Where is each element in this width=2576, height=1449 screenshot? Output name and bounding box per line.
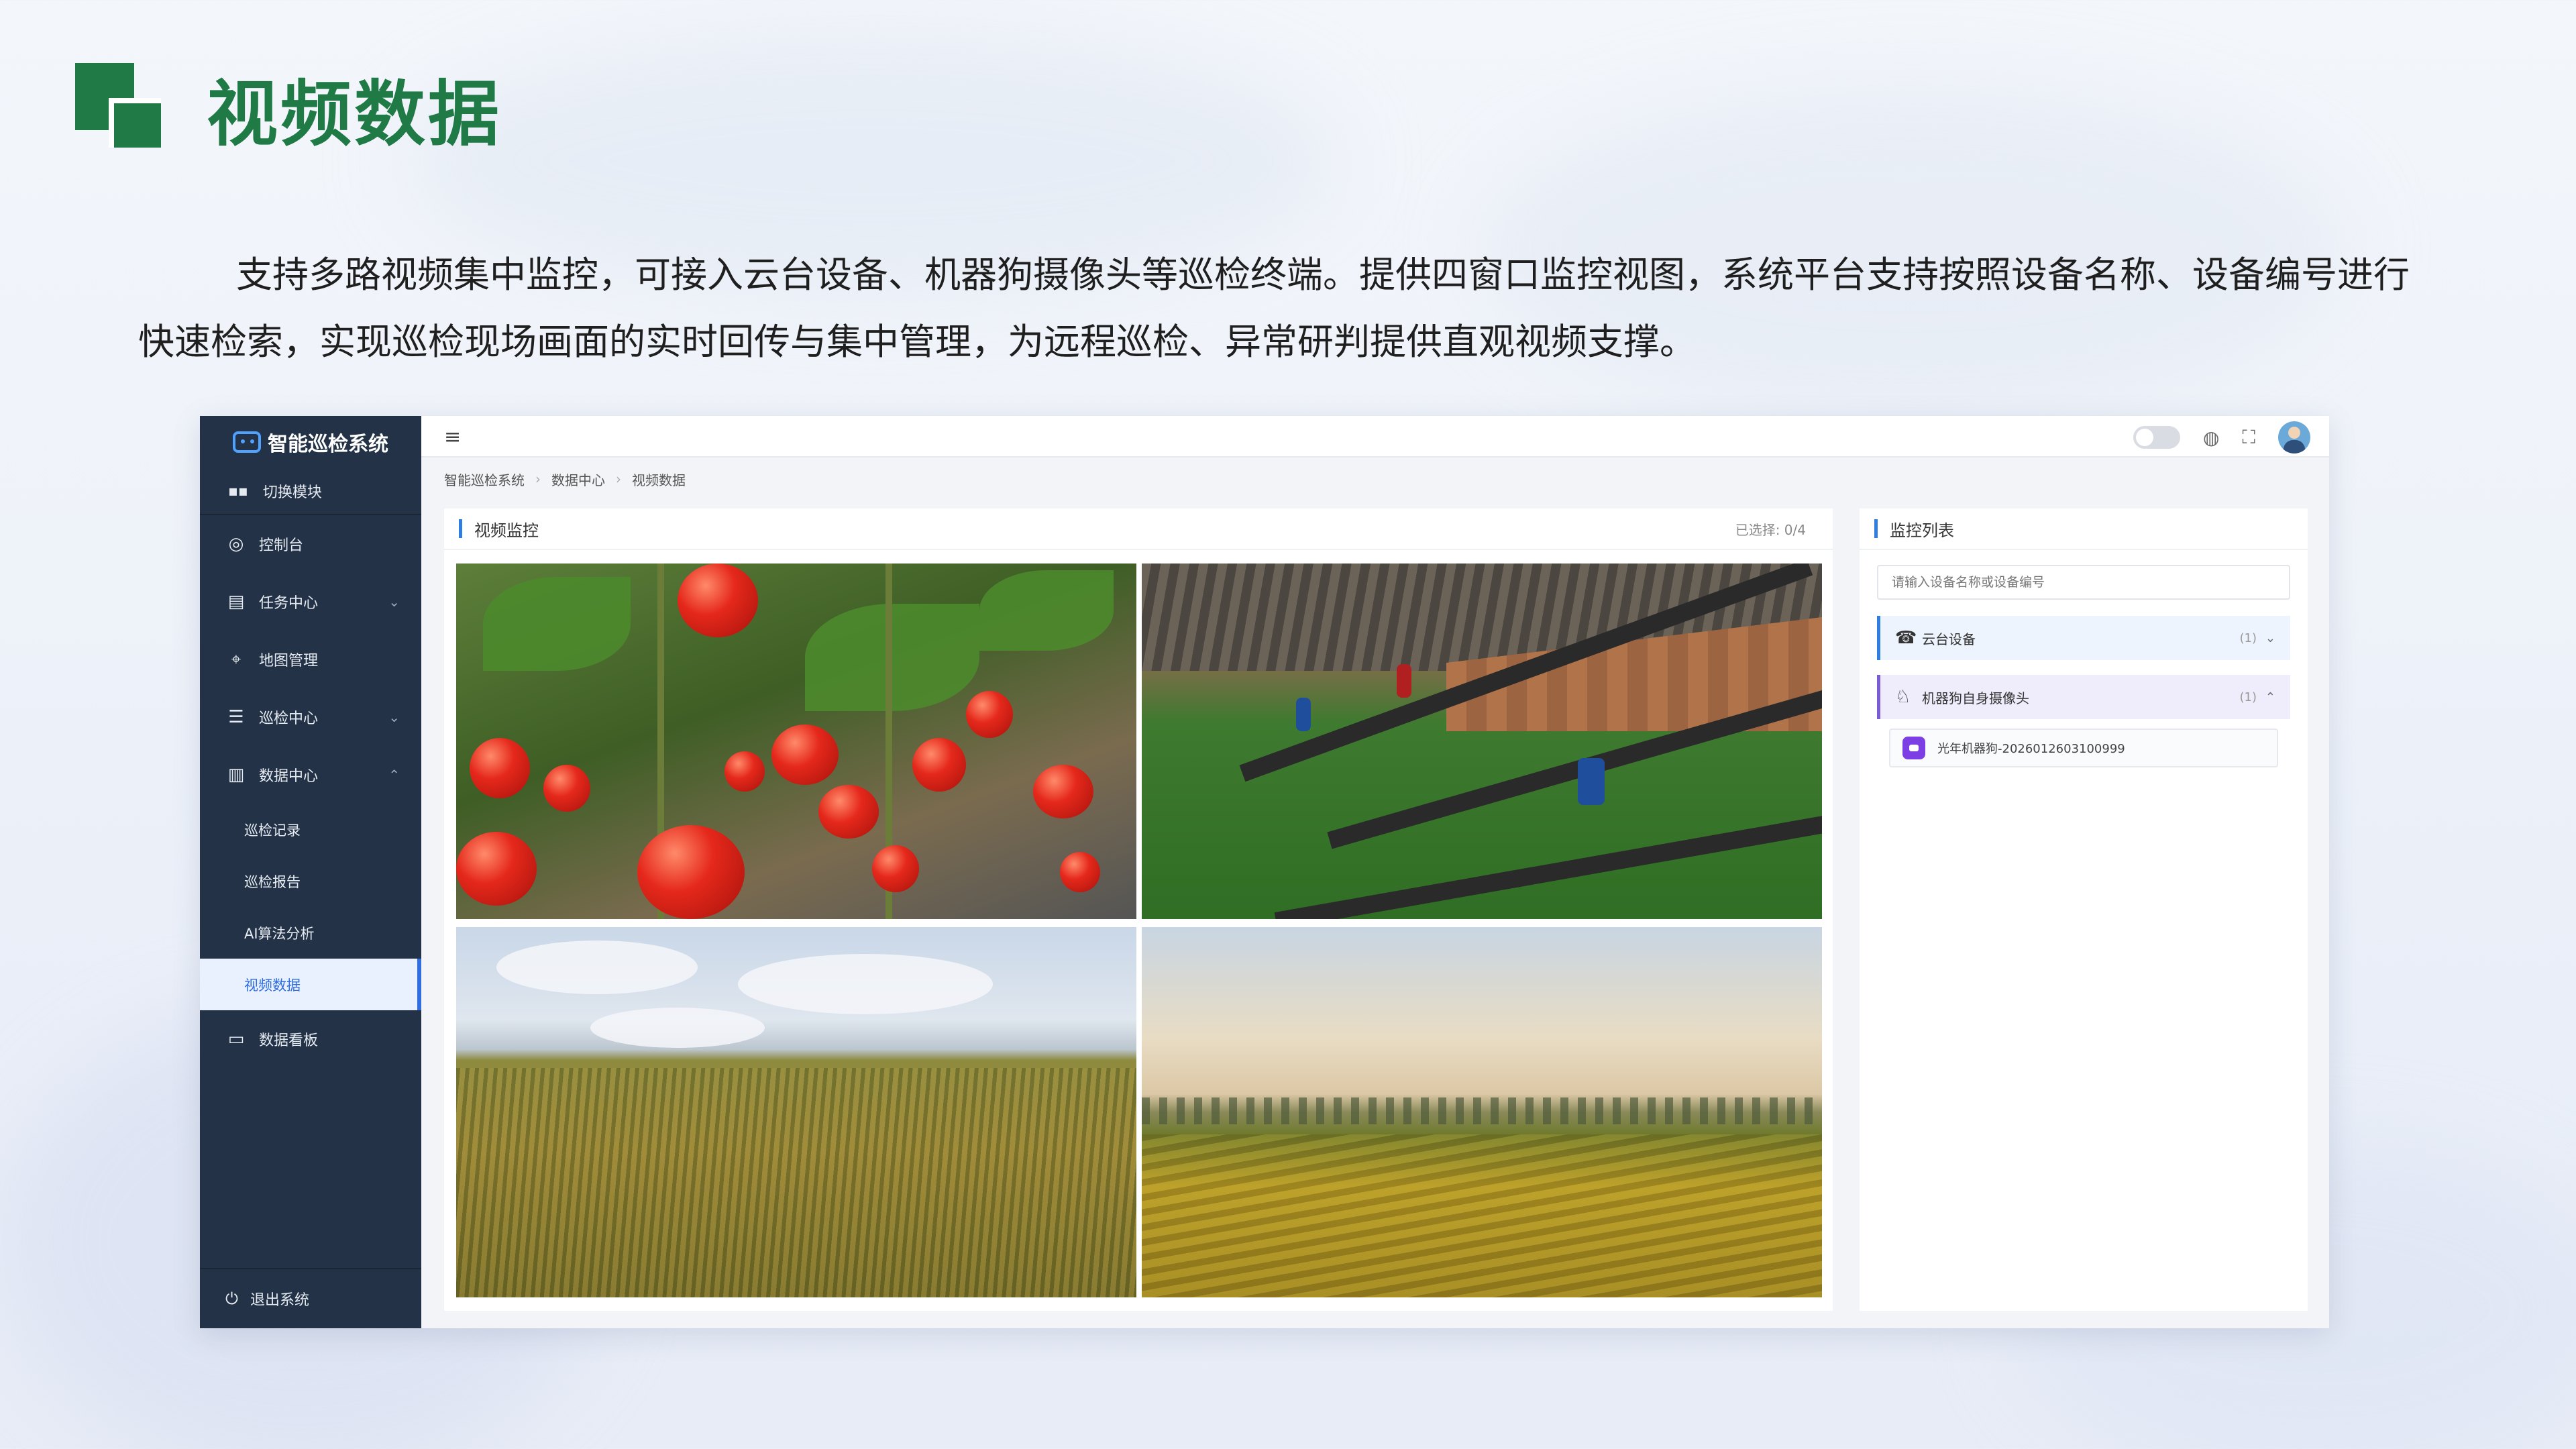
inspection-icon: ☰: [228, 707, 244, 727]
submenu-ai-analysis[interactable]: AI算法分析: [200, 907, 421, 959]
monitor-icon: ▭: [227, 1029, 245, 1049]
robot-logo-icon: [233, 431, 261, 453]
breadcrumb: 智能巡检系统 › 数据中心 › 视频数据: [444, 464, 686, 494]
video-panel-header: 视频监控 已选择: 0/4: [444, 508, 1833, 550]
group-ptz-devices[interactable]: ☎ 云台设备 (1) ⌄: [1877, 616, 2290, 660]
task-icon: ▤: [227, 592, 245, 612]
sidebar-item-label: 巡检中心: [259, 710, 319, 727]
data-center-icon: ▥: [227, 765, 245, 785]
sidebar-item-tasks[interactable]: ▤ 任务中心 ⌄: [200, 573, 421, 631]
sidebar-item-map[interactable]: ⌖ 地图管理: [200, 631, 421, 688]
breadcrumb-item[interactable]: 智能巡检系统: [444, 470, 525, 489]
submenu-inspection-records[interactable]: 巡检记录: [200, 804, 421, 855]
chevron-right-icon: ›: [616, 471, 621, 487]
sidebar-item-label: 地图管理: [259, 653, 319, 669]
breadcrumb-item: 视频数据: [632, 472, 686, 488]
topbar: ≡ ◍ ⛶: [421, 416, 2329, 458]
sidebar-item-inspection[interactable]: ☰ 巡检中心 ⌄: [200, 688, 421, 746]
globe-icon[interactable]: ◍: [2203, 427, 2219, 449]
monitor-list-panel: 监控列表 ☎ 云台设备 (1) ⌄ ♘ 机器狗自身摄像头 (1) ⌃ 光年机器狗…: [1860, 508, 2308, 1311]
theme-toggle[interactable]: [2133, 426, 2180, 449]
slide-logo: [75, 63, 162, 150]
sidebar-item-label: 数据中心: [259, 768, 319, 785]
avatar[interactable]: [2278, 421, 2310, 453]
map-pin-icon: ⌖: [231, 649, 241, 669]
camera-icon: [1902, 737, 1925, 759]
video-window-4[interactable]: [1142, 927, 1822, 1297]
group-count: (1): [2239, 690, 2257, 704]
group-label: 机器狗自身摄像头: [1922, 690, 2029, 706]
hamburger-menu-icon[interactable]: ≡: [444, 425, 461, 449]
chevron-down-icon: ⌄: [388, 594, 400, 610]
video-window-2[interactable]: [1142, 564, 1822, 919]
fullscreen-icon[interactable]: ⛶: [2242, 426, 2255, 449]
sidebar-item-label: 控制台: [259, 537, 304, 554]
submenu-inspection-reports[interactable]: 巡检报告: [200, 855, 421, 907]
robot-dog-icon: ♘: [1895, 687, 1911, 707]
video-window-3[interactable]: [456, 927, 1136, 1297]
sidebar-item-dashboard[interactable]: ▭ 数据看板: [200, 1010, 421, 1068]
chevron-up-icon: ⌃: [2265, 690, 2275, 704]
switch-module-button[interactable]: ▪▪ 切换模块: [200, 468, 421, 515]
video-panel-title-text: 视频监控: [474, 521, 539, 540]
switch-module-label: 切换模块: [262, 484, 322, 501]
device-item[interactable]: 光年机器狗-2026012603100999: [1889, 729, 2278, 767]
slide-title: 视频数据: [207, 73, 502, 156]
slide-description: 支持多路视频集中监控，可接入云台设备、机器狗摄像头等巡检终端。提供四窗口监控视图…: [138, 254, 2410, 363]
grid-icon: ▪▪: [228, 482, 248, 500]
dashboard-icon: ◎: [228, 534, 244, 554]
sidebar-item-console[interactable]: ◎ 控制台: [200, 515, 421, 573]
chevron-down-icon: ⌄: [2265, 631, 2275, 645]
selected-count: 已选择: 0/4: [1735, 521, 1806, 538]
logout-label: 退出系统: [250, 1292, 309, 1309]
sidebar: 智能巡检系统 ▪▪ 切换模块 ◎ 控制台 ▤ 任务中心 ⌄ ⌖ 地图管理 ☰ 巡…: [200, 416, 421, 1328]
device-name: 光年机器狗-2026012603100999: [1937, 742, 2125, 756]
logout-button[interactable]: ⏻ 退出系统: [200, 1268, 421, 1328]
sidebar-item-label: 数据看板: [259, 1032, 319, 1049]
brand-name: 智能巡检系统: [268, 433, 388, 456]
brand[interactable]: 智能巡检系统: [200, 416, 421, 468]
video-panel-title: 视频监控: [459, 517, 539, 541]
chevron-up-icon: ⌃: [388, 767, 400, 783]
sidebar-item-data-center[interactable]: ▥ 数据中心 ⌃: [200, 746, 421, 804]
video-monitor-panel: 视频监控 已选择: 0/4: [444, 508, 1833, 1311]
video-window-1[interactable]: [456, 564, 1136, 919]
list-panel-title: 监控列表: [1874, 517, 1954, 541]
breadcrumb-item[interactable]: 数据中心: [551, 470, 605, 489]
top-actions: ◍ ⛶: [2133, 421, 2310, 453]
app-window: 智能巡检系统 ▪▪ 切换模块 ◎ 控制台 ▤ 任务中心 ⌄ ⌖ 地图管理 ☰ 巡…: [200, 416, 2329, 1328]
group-robot-dog-cameras[interactable]: ♘ 机器狗自身摄像头 (1) ⌃: [1877, 675, 2290, 719]
group-count: (1): [2239, 631, 2257, 645]
chevron-down-icon: ⌄: [388, 709, 400, 725]
ptz-camera-icon: ☎: [1895, 628, 1917, 648]
video-grid: [456, 564, 1822, 1301]
list-panel-header: 监控列表: [1860, 508, 2308, 550]
power-icon: ⏻: [225, 1289, 238, 1308]
group-label: 云台设备: [1922, 631, 1976, 647]
chevron-right-icon: ›: [535, 471, 541, 487]
sidebar-item-label: 任务中心: [259, 595, 319, 612]
list-panel-title-text: 监控列表: [1890, 521, 1954, 540]
submenu-video-data[interactable]: 视频数据: [200, 959, 421, 1010]
device-search-input[interactable]: [1877, 565, 2290, 600]
